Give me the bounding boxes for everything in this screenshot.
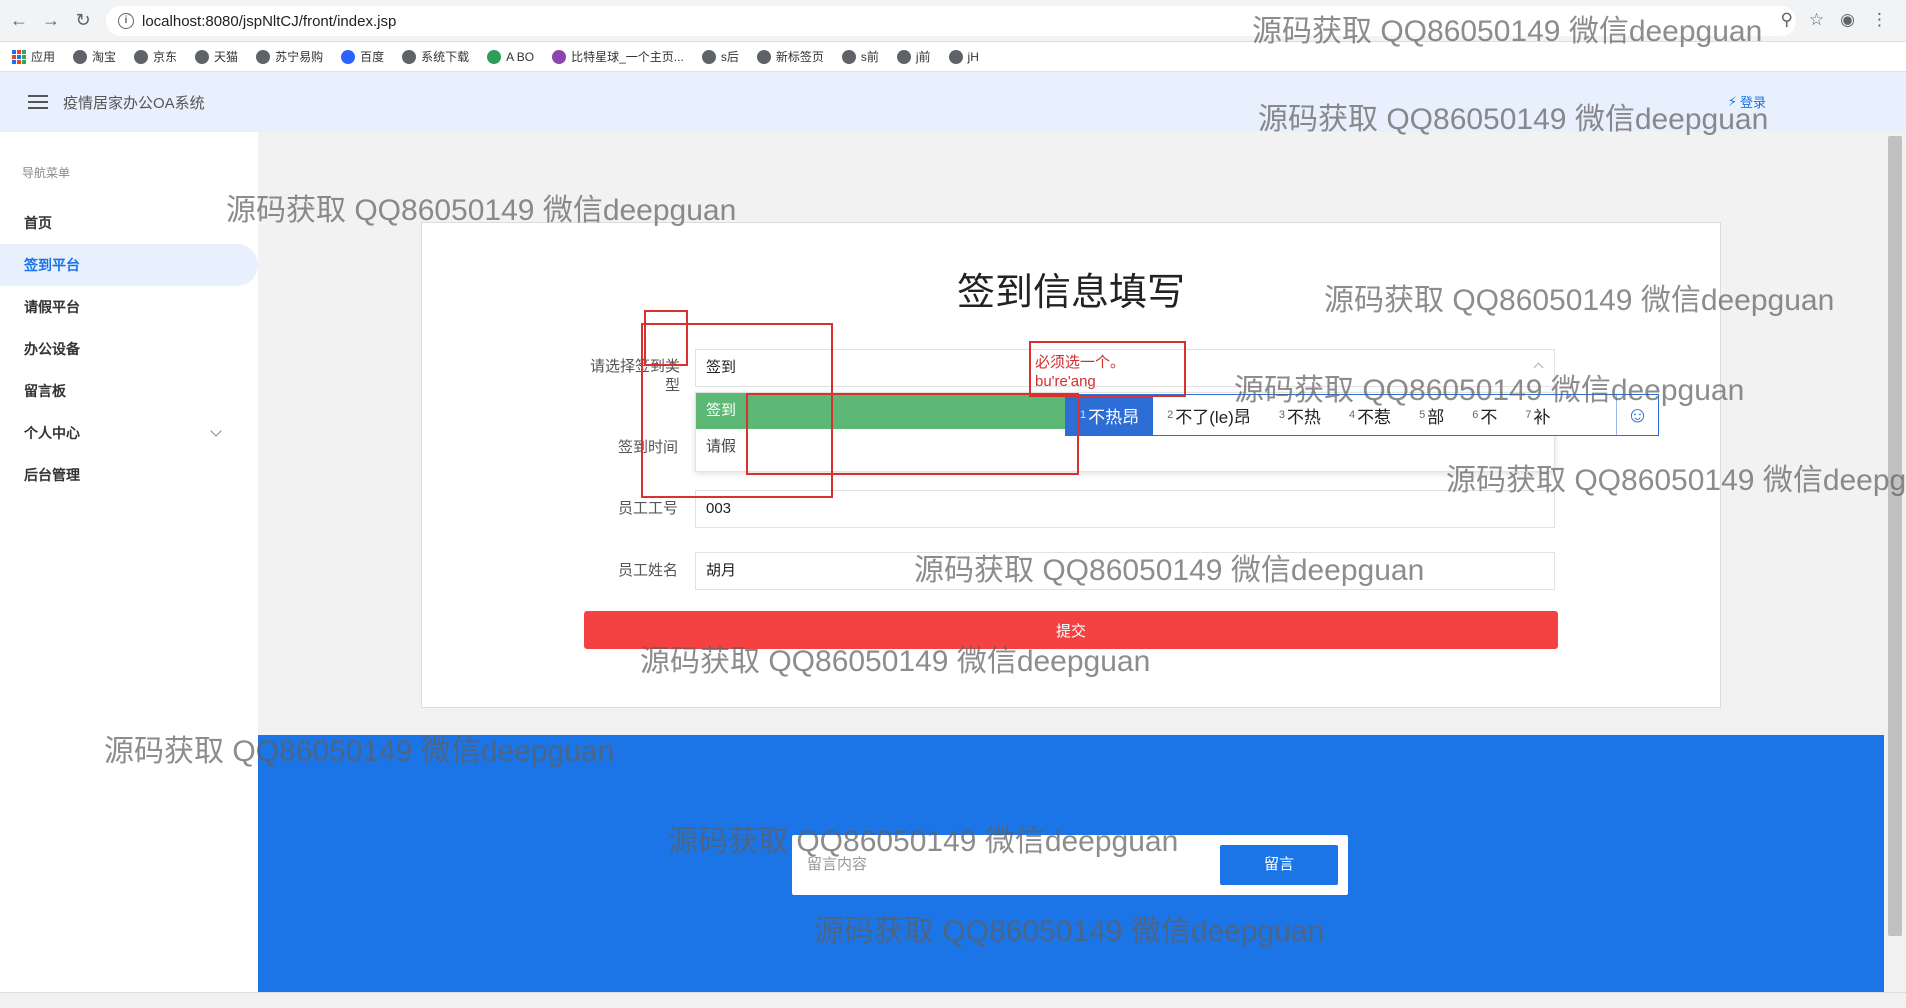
sidebar: 导航菜单 首页 签到平台 请假平台 办公设备 留言板 个人中心 后台管理 <box>0 132 258 992</box>
chevron-up-icon <box>1533 362 1544 373</box>
globe-icon <box>756 49 771 64</box>
reload-icon[interactable]: ↻ <box>72 9 94 31</box>
vertical-scrollbar[interactable] <box>1884 132 1906 992</box>
bookmark-item[interactable]: 比特星球_一个主页... <box>552 48 684 65</box>
bookmark-item[interactable]: 京东 <box>134 48 177 65</box>
submit-button[interactable]: 提交 <box>584 611 1558 649</box>
bookmark-item[interactable]: A BO <box>487 49 534 64</box>
sidebar-item-admin[interactable]: 后台管理 <box>0 454 258 496</box>
ime-candidate[interactable]: 7补 <box>1511 395 1564 435</box>
bookmark-item[interactable]: 淘宝 <box>73 48 116 65</box>
planet-icon <box>552 49 567 64</box>
emp-name-input[interactable]: 胡月 <box>695 552 1555 590</box>
forward-icon[interactable]: → <box>40 9 62 31</box>
bookmark-apps[interactable]: 应用 <box>12 48 55 65</box>
emp-id-label: 员工工号 <box>617 500 678 517</box>
globe-icon <box>256 49 271 64</box>
horizontal-scrollbar[interactable] <box>0 992 1906 1008</box>
bookmark-item[interactable]: jH <box>948 49 979 64</box>
login-link[interactable]: ⚡ 登录 <box>1728 92 1766 111</box>
bookmark-item[interactable]: s前 <box>841 48 879 65</box>
globe-icon <box>701 49 716 64</box>
sidebar-item-message-board[interactable]: 留言板 <box>0 370 258 412</box>
scrollbar-thumb[interactable] <box>1888 136 1902 936</box>
annotation-box <box>1029 341 1186 397</box>
info-icon[interactable]: i <box>118 13 134 29</box>
url-text: localhost:8080/jspNltCJ/front/index.jsp <box>142 13 397 30</box>
globe-icon <box>134 49 149 64</box>
ime-candidate[interactable]: 6不 <box>1458 395 1511 435</box>
ime-candidate-bar: 1 不热昂 2 不了(le)昂 3 不热 4 不惹 5部 6不 7补 ☺ <box>1065 394 1659 436</box>
message-button[interactable]: 留言 <box>1220 845 1338 885</box>
key-icon[interactable]: ⚲ <box>1780 10 1792 30</box>
browser-toolbar: ← → ↻ i localhost:8080/jspNltCJ/front/in… <box>0 0 1906 42</box>
globe-icon <box>896 49 911 64</box>
app-header: 疫情居家办公OA系统 ⚡ 登录 <box>0 72 1906 132</box>
more-icon[interactable]: ⋮ <box>1871 10 1888 30</box>
ime-candidate[interactable]: 3 不热 <box>1265 395 1335 435</box>
page-title: 签到信息填写 <box>956 272 1185 314</box>
ime-candidate[interactable]: 5部 <box>1405 395 1458 435</box>
globe-icon <box>73 49 88 64</box>
bookmark-item[interactable]: 新标签页 <box>756 48 824 65</box>
bookmark-item[interactable]: 天猫 <box>195 48 238 65</box>
paw-icon <box>341 49 356 64</box>
bookmark-item[interactable]: s后 <box>701 48 739 65</box>
sidebar-item-equipment[interactable]: 办公设备 <box>0 328 258 370</box>
globe-icon <box>841 49 856 64</box>
smiley-icon[interactable]: ☺ <box>1616 395 1658 435</box>
sidebar-item-leave[interactable]: 请假平台 <box>0 286 258 328</box>
leaf-icon <box>487 49 502 64</box>
ime-candidate[interactable]: 2 不了(le)昂 <box>1153 395 1265 435</box>
address-bar[interactable]: i localhost:8080/jspNltCJ/front/index.js… <box>106 6 1796 36</box>
ime-candidate[interactable]: 4 不惹 <box>1335 395 1405 435</box>
profile-icon[interactable]: ◉ <box>1840 10 1855 30</box>
globe-icon <box>402 49 417 64</box>
message-input[interactable]: 留言内容 <box>802 845 1202 885</box>
apps-icon <box>12 49 26 64</box>
star-icon[interactable]: ☆ <box>1809 10 1824 30</box>
bookmark-item[interactable]: j前 <box>896 48 931 65</box>
ime-candidate[interactable]: 1 不热昂 <box>1066 395 1154 435</box>
globe-icon <box>195 49 210 64</box>
browser-extensions: ⚲ ☆ ◉ ⋮ <box>1780 10 1888 30</box>
emp-name-label: 员工姓名 <box>617 562 678 579</box>
hamburger-menu-icon[interactable] <box>28 95 48 109</box>
bookmark-item[interactable]: 系统下载 <box>402 48 469 65</box>
sidebar-item-personal-center[interactable]: 个人中心 <box>0 412 258 454</box>
message-box: 留言内容 留言 <box>792 835 1348 895</box>
bookmarks-bar: 应用 淘宝 京东 天猫 苏宁易购 百度 系统下载 A BO 比特星球_一个主页.… <box>0 42 1906 72</box>
lightning-icon: ⚡ <box>1727 93 1737 109</box>
globe-icon <box>948 49 963 64</box>
app-title: 疫情居家办公OA系统 <box>63 95 205 112</box>
sidebar-heading: 导航菜单 <box>22 166 71 180</box>
annotation-box <box>746 393 1079 475</box>
sidebar-item-checkin[interactable]: 签到平台 <box>0 244 258 286</box>
message-footer: 留言内容 留言 <box>258 735 1884 992</box>
sidebar-item-home[interactable]: 首页 <box>0 202 258 244</box>
back-icon[interactable]: ← <box>8 9 30 31</box>
bookmark-item[interactable]: 苏宁易购 <box>256 48 323 65</box>
chevron-down-icon <box>210 425 222 437</box>
bookmark-item[interactable]: 百度 <box>341 48 384 65</box>
